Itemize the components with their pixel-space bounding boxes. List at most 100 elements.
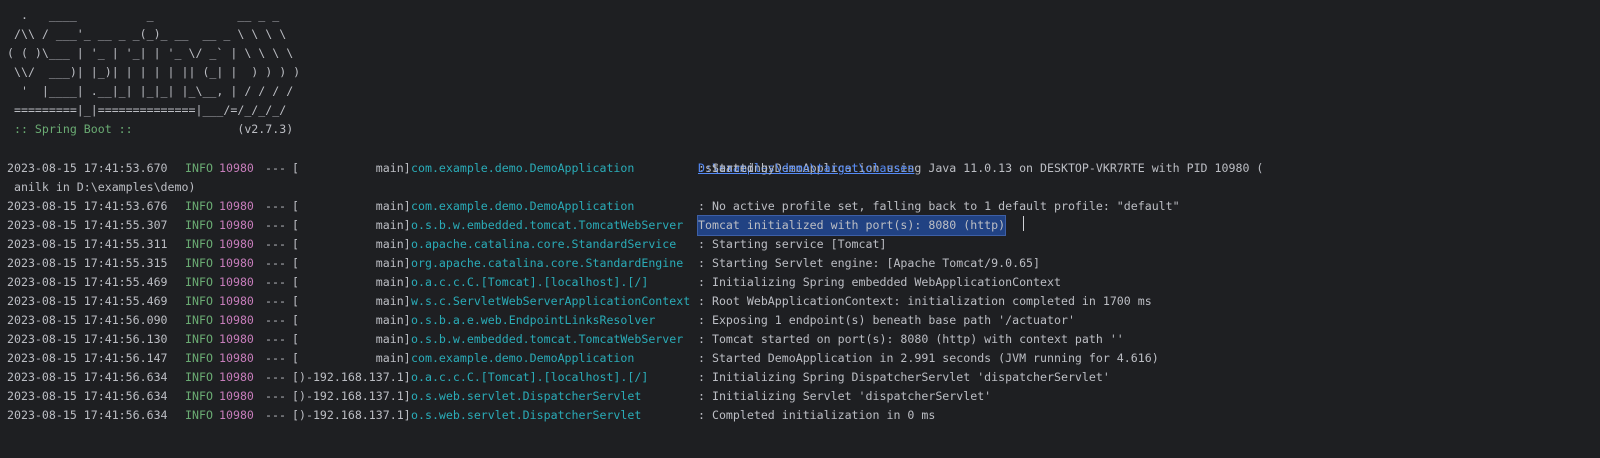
- log-level: INFO: [185, 389, 213, 403]
- banner-line: . ____ _ __ _ _: [7, 8, 280, 22]
- log-pid: 10980: [219, 161, 254, 175]
- log-thread: [)-192.168.137.1]: [292, 370, 411, 384]
- log-logger: w.s.c.ServletWebServerApplicationContext: [411, 294, 691, 308]
- log-level: INFO: [185, 218, 213, 232]
- log-logger: o.s.web.servlet.DispatcherServlet: [411, 389, 642, 403]
- text-cursor: [1023, 216, 1024, 231]
- log-timestamp: 2023-08-15 17:41:55.311: [7, 237, 168, 251]
- run-console-output[interactable]: . ____ _ __ _ _ /\\ / ___'_ __ _ _(_)_ _…: [0, 0, 1600, 458]
- log-level: INFO: [185, 294, 213, 308]
- log-logger: o.a.c.c.C.[Tomcat].[localhost].[/]: [411, 370, 649, 384]
- log-thread: [ main]: [292, 237, 411, 251]
- log-logger: org.apache.catalina.core.StandardEngine: [411, 256, 684, 270]
- log-separator: ---: [265, 237, 286, 251]
- log-message: : Initializing Spring DispatcherServlet …: [698, 370, 1110, 384]
- log-logger: o.s.b.w.embedded.tomcat.TomcatWebServer: [411, 218, 684, 232]
- log-level: INFO: [185, 408, 213, 422]
- log-timestamp: 2023-08-15 17:41:56.634: [7, 370, 168, 384]
- log-logger: o.a.c.c.C.[Tomcat].[localhost].[/]: [411, 275, 649, 289]
- log-thread: [ main]: [292, 332, 411, 346]
- log-message-text: started by: [698, 161, 775, 175]
- log-message: : Tomcat started on port(s): 8080 (http)…: [698, 332, 1124, 346]
- log-pid: 10980: [219, 313, 254, 327]
- log-line: 2023-08-15 17:41:55.311 INFO 10980 --- […: [7, 235, 886, 254]
- log-line: 2023-08-15 17:41:56.634 INFO 10980 --- […: [7, 406, 935, 425]
- log-logger: o.s.b.a.e.web.EndpointLinksResolver: [411, 313, 656, 327]
- log-separator: ---: [265, 294, 286, 308]
- log-level: INFO: [185, 161, 213, 175]
- log-pid: 10980: [219, 256, 254, 270]
- log-separator: ---: [265, 256, 286, 270]
- log-line: 2023-08-15 17:41:56.634 INFO 10980 --- […: [7, 387, 991, 406]
- log-line: 2023-08-15 17:41:56.090 INFO 10980 --- […: [7, 311, 1075, 330]
- log-pid: 10980: [219, 389, 254, 403]
- log-message-continuation: anilk in D:\examples\demo): [7, 180, 196, 194]
- log-level: INFO: [185, 351, 213, 365]
- log-pid: 10980: [219, 332, 254, 346]
- log-thread: [)-192.168.137.1]: [292, 389, 411, 403]
- banner-line: ' |____| .__|_| |_|_| |_\__, | / / / /: [7, 84, 294, 98]
- log-separator: ---: [265, 199, 286, 213]
- log-thread: [ main]: [292, 294, 411, 308]
- log-pid: 10980: [219, 294, 254, 308]
- log-message: : Starting Servlet engine: [Apache Tomca…: [698, 256, 1041, 270]
- log-timestamp: 2023-08-15 17:41:55.315: [7, 256, 168, 270]
- log-pid: 10980: [219, 370, 254, 384]
- log-line: 2023-08-15 17:41:55.469 INFO 10980 --- […: [7, 273, 1061, 292]
- log-level: INFO: [185, 256, 213, 270]
- banner-line: ( ( )\___ | '_ | '_| | '_ \/ _` | \ \ \ …: [7, 46, 294, 60]
- log-pid: 10980: [219, 218, 254, 232]
- log-level: INFO: [185, 313, 213, 327]
- log-message: : Started DemoApplication in 2.991 secon…: [698, 351, 1159, 365]
- spring-boot-label: :: Spring Boot ::: [7, 122, 133, 136]
- log-timestamp: 2023-08-15 17:41:55.469: [7, 294, 168, 308]
- log-pid: 10980: [219, 275, 254, 289]
- log-thread: [ main]: [292, 275, 411, 289]
- log-timestamp: 2023-08-15 17:41:53.670: [7, 161, 168, 175]
- log-logger: com.example.demo.DemoApplication: [411, 351, 635, 365]
- spring-boot-banner-label: :: Spring Boot :: (v2.7.3): [7, 120, 293, 139]
- log-thread: [ main]: [292, 199, 411, 213]
- log-logger: o.s.web.servlet.DispatcherServlet: [411, 408, 642, 422]
- log-separator: ---: [265, 275, 286, 289]
- selected-text[interactable]: Tomcat initialized with port(s): 8080 (h…: [696, 215, 1007, 236]
- log-separator: ---: [265, 408, 286, 422]
- log-line: 2023-08-15 17:41:53.670 INFO 10980 --- […: [7, 159, 1263, 178]
- banner-line: /\\ / ___'_ __ _ _(_)_ __ __ _ \ \ \ \: [7, 27, 287, 41]
- banner-line: \\/ ___)| |_)| | | | | || (_| | ) ) ) ): [7, 65, 301, 79]
- log-logger: com.example.demo.DemoApplication: [411, 161, 635, 175]
- log-message: : Initializing Servlet 'dispatcherServle…: [698, 389, 992, 403]
- log-message: : No active profile set, falling back to…: [698, 199, 1180, 213]
- log-timestamp: 2023-08-15 17:41:56.147: [7, 351, 168, 365]
- log-message: : Initializing Spring embedded WebApplic…: [698, 275, 1061, 289]
- log-thread: [ main]: [292, 351, 411, 365]
- log-separator: ---: [265, 161, 286, 175]
- log-level: INFO: [185, 370, 213, 384]
- log-message: : Exposing 1 endpoint(s) beneath base pa…: [698, 313, 1075, 327]
- log-pid: 10980: [219, 351, 254, 365]
- log-thread: [ main]: [292, 161, 411, 175]
- log-pid: 10980: [219, 199, 254, 213]
- log-thread: [ main]: [292, 256, 411, 270]
- log-separator: ---: [265, 332, 286, 346]
- banner-line: =========|_|==============|___/=/_/_/_/: [7, 103, 287, 117]
- log-timestamp: 2023-08-15 17:41:56.634: [7, 408, 168, 422]
- log-level: INFO: [185, 199, 213, 213]
- log-message: : Root WebApplicationContext: initializa…: [698, 294, 1152, 308]
- log-level: INFO: [185, 332, 213, 346]
- log-timestamp: 2023-08-15 17:41:53.676: [7, 199, 168, 213]
- log-line: 2023-08-15 17:41:53.676 INFO 10980 --- […: [7, 197, 1180, 216]
- log-timestamp: 2023-08-15 17:41:56.090: [7, 313, 168, 327]
- log-level: INFO: [185, 237, 213, 251]
- log-separator: ---: [265, 389, 286, 403]
- log-pid: 10980: [219, 237, 254, 251]
- log-timestamp: 2023-08-15 17:41:56.634: [7, 389, 168, 403]
- log-thread: [ main]: [292, 313, 411, 327]
- log-line: 2023-08-15 17:41:55.469 INFO 10980 --- […: [7, 292, 1152, 311]
- log-thread: [)-192.168.137.1]: [292, 408, 411, 422]
- log-timestamp: 2023-08-15 17:41:56.130: [7, 332, 168, 346]
- log-pid: 10980: [219, 408, 254, 422]
- log-logger: o.s.b.w.embedded.tomcat.TomcatWebServer: [411, 332, 684, 346]
- log-separator: ---: [265, 313, 286, 327]
- log-timestamp: 2023-08-15 17:41:55.469: [7, 275, 168, 289]
